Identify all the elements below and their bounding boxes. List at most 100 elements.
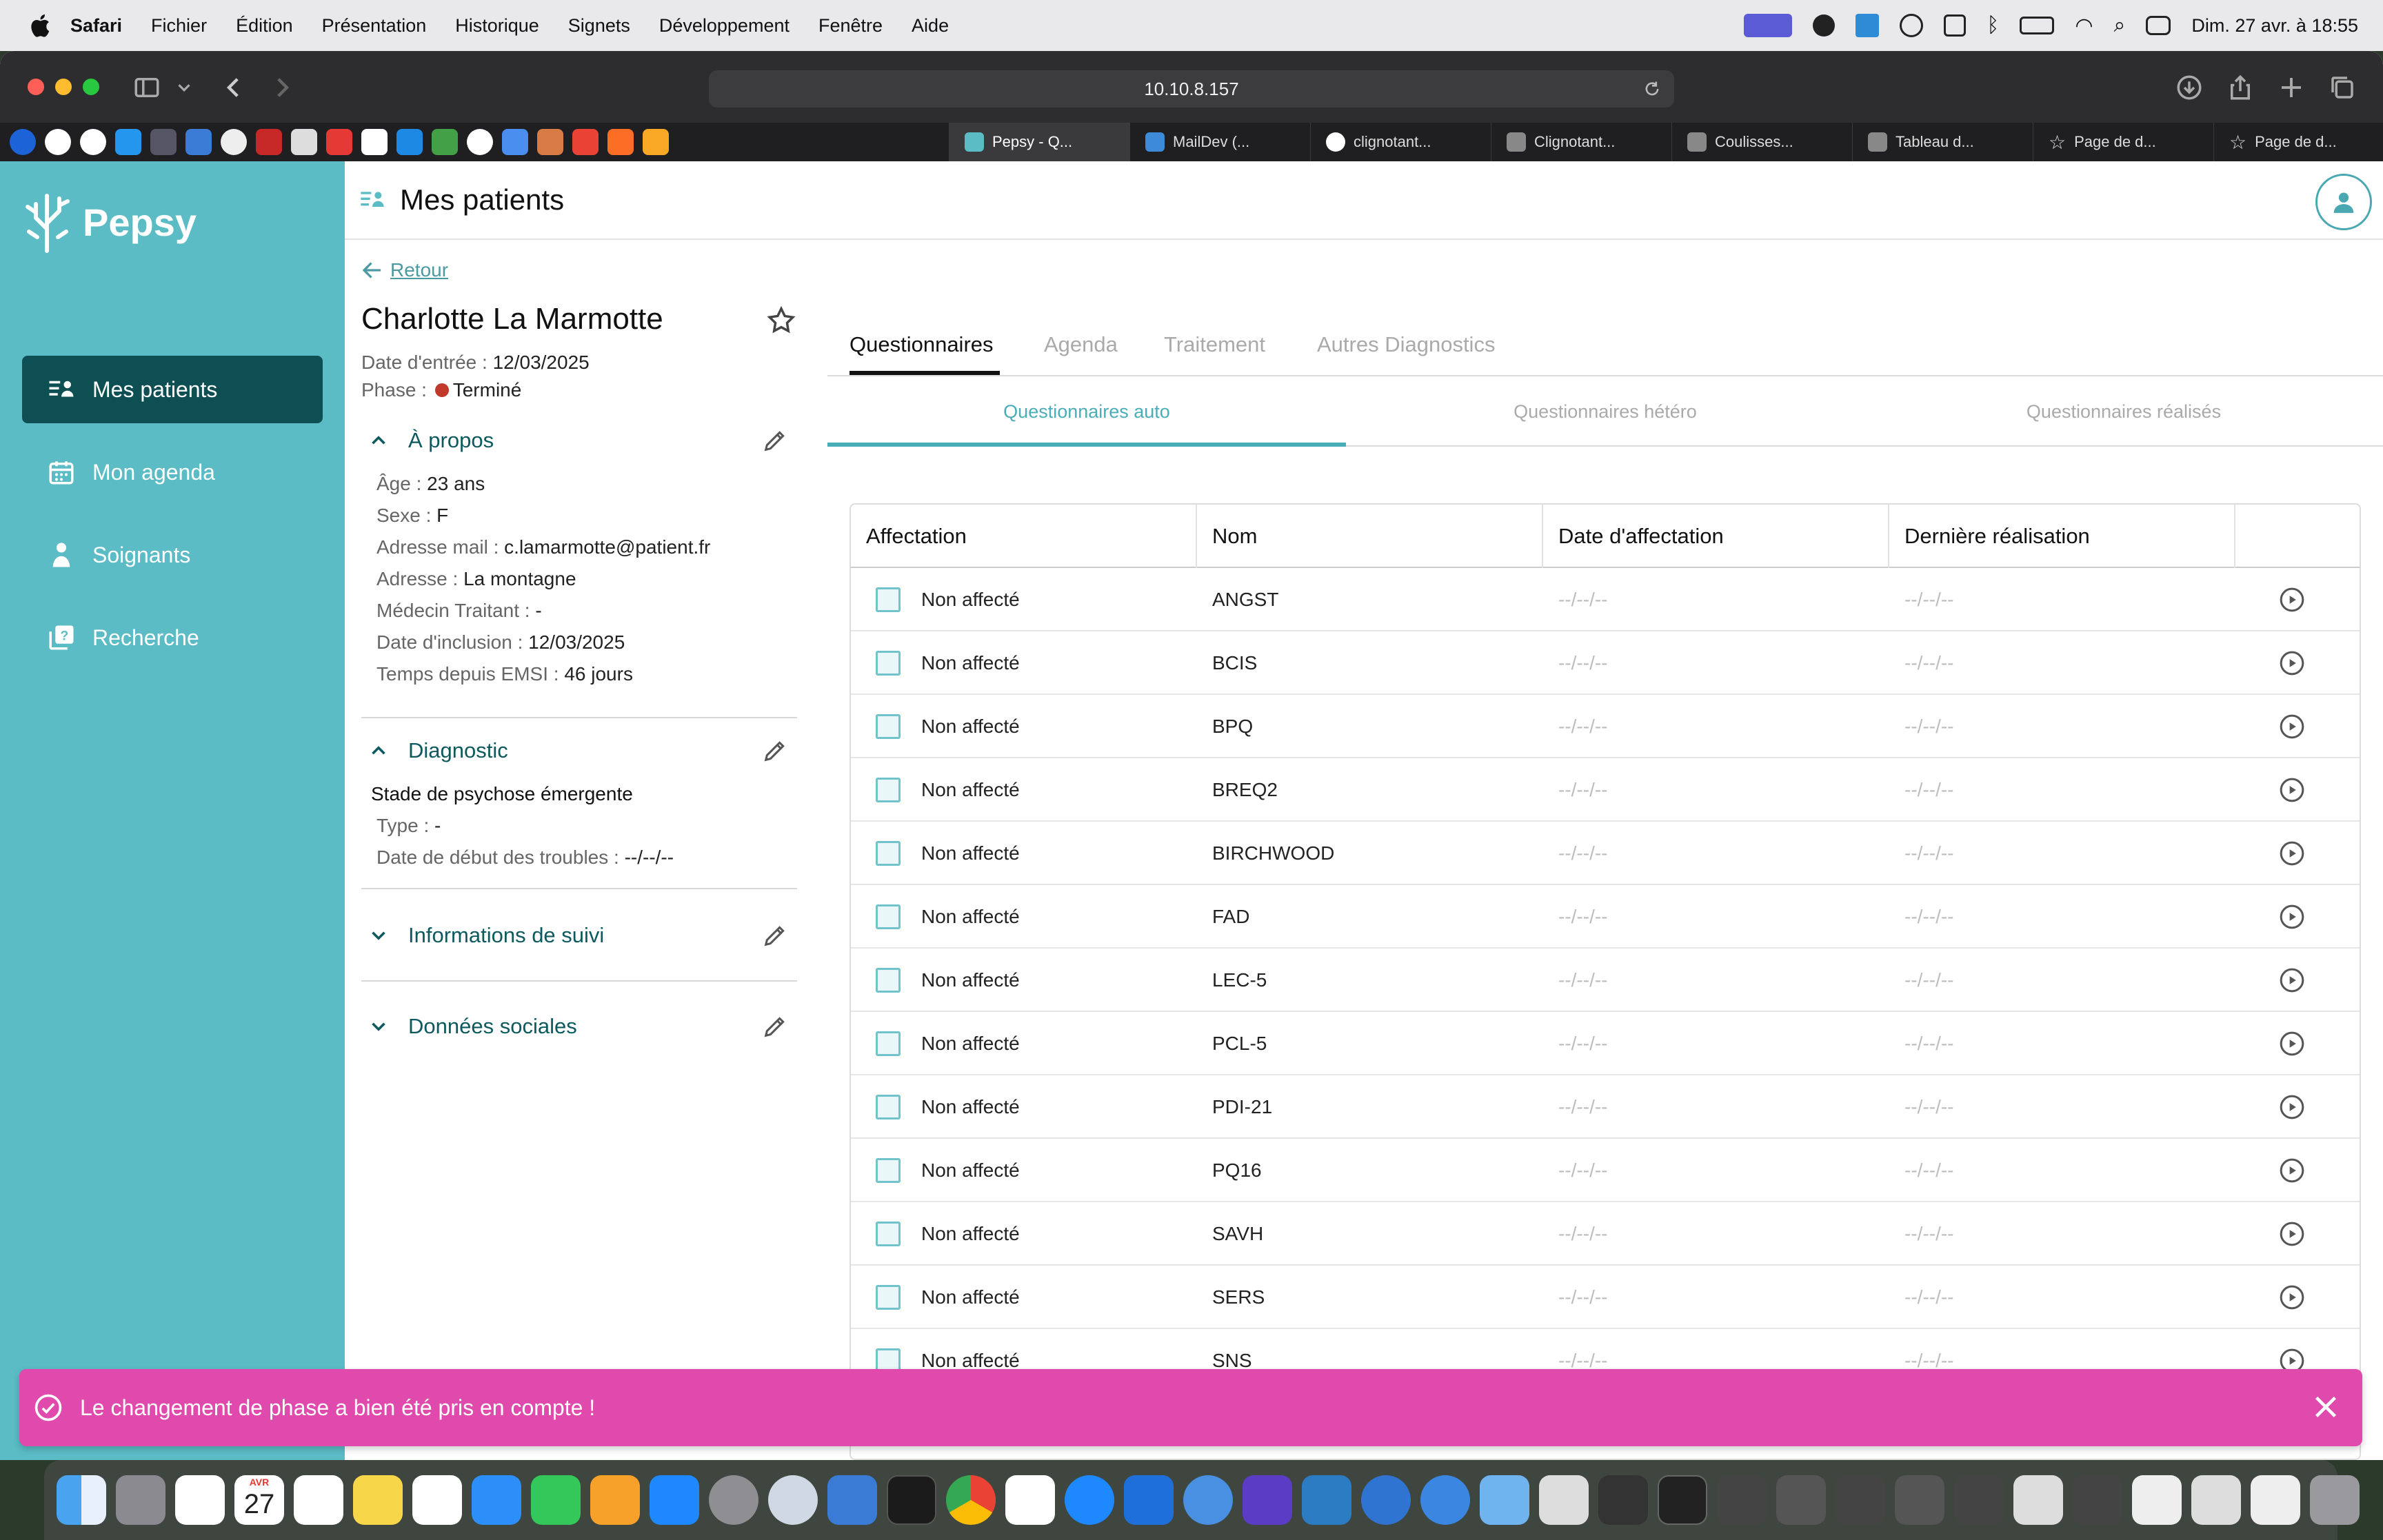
battery-icon[interactable] [2020, 17, 2055, 34]
menu-fichier[interactable]: Fichier [151, 15, 207, 37]
bookmark-favicon-icon[interactable] [185, 129, 212, 155]
bluetooth-icon[interactable]: ᛒ [1987, 14, 1999, 37]
back-link[interactable]: Retour [360, 258, 448, 283]
github-favicon-icon[interactable] [45, 129, 71, 155]
address-bar[interactable]: 10.10.8.157 [709, 70, 1674, 108]
back-arrow-icon[interactable] [219, 73, 248, 102]
menu-developpement[interactable]: Développement [659, 15, 790, 37]
bookmark-favicon-icon[interactable] [291, 129, 317, 155]
play-circle-icon[interactable] [2278, 713, 2306, 740]
translate-icon[interactable] [1005, 1475, 1055, 1525]
keynote-icon[interactable] [472, 1475, 521, 1525]
pages-icon[interactable] [590, 1475, 640, 1525]
play-circle-icon[interactable] [2278, 903, 2306, 931]
markdown-icon[interactable] [1183, 1475, 1233, 1525]
gemini-favicon-icon[interactable] [502, 129, 528, 155]
vscode-icon[interactable] [1302, 1475, 1351, 1525]
app-store-icon[interactable] [650, 1475, 699, 1525]
assign-checkbox[interactable] [876, 651, 901, 676]
menubar-datetime[interactable]: Dim. 27 avr. à 18:55 [2191, 15, 2358, 37]
browser-tab[interactable]: MailDev (... [1129, 123, 1310, 161]
safari-icon[interactable] [1065, 1475, 1114, 1525]
assign-checkbox[interactable] [876, 1095, 901, 1119]
column-header-derniere-realisation[interactable]: Dernière réalisation [1889, 505, 2235, 568]
photos-favicon-icon[interactable] [432, 129, 458, 155]
reminders-icon[interactable] [294, 1475, 343, 1525]
numbers-icon[interactable] [531, 1475, 581, 1525]
section-a-propos-header[interactable]: À propos [361, 416, 797, 465]
forward-arrow-icon[interactable] [268, 73, 296, 102]
subtab-questionnaires-hetero[interactable]: Questionnaires hétéro [1346, 401, 1864, 423]
grammarly-icon[interactable] [1813, 14, 1836, 37]
tab-autres-diagnostics[interactable]: Autres Diagnostics [1317, 332, 1495, 357]
browser-tab[interactable]: clignotant... [1310, 123, 1491, 161]
terminal-icon[interactable] [887, 1475, 936, 1525]
bookmark-favicon-icon[interactable] [256, 129, 282, 155]
assign-checkbox[interactable] [876, 587, 901, 612]
menu-presentation[interactable]: Présentation [322, 15, 427, 37]
control-center-icon[interactable] [2146, 16, 2171, 35]
section-social-header[interactable]: Données sociales [361, 1002, 797, 1051]
network-globe-icon[interactable] [1420, 1475, 1470, 1525]
photos-icon[interactable] [175, 1475, 225, 1525]
table-row[interactable]: Non affecté PCL-5 --/--/-- --/--/-- [851, 1012, 2360, 1075]
browser-tab[interactable]: Coulisses... [1671, 123, 1852, 161]
browser-tab[interactable]: Pepsy - Q... [949, 123, 1129, 161]
table-row[interactable]: Non affecté BIRCHWOOD --/--/-- --/--/-- [851, 822, 2360, 885]
play-circle-icon[interactable] [2278, 1093, 2306, 1121]
new-tab-icon[interactable] [2277, 73, 2306, 102]
table-row[interactable]: Non affecté BPQ --/--/-- --/--/-- [851, 695, 2360, 758]
play-circle-icon[interactable] [2278, 966, 2306, 994]
close-window-button[interactable] [28, 79, 44, 95]
vpn-icon[interactable] [1900, 14, 1924, 37]
assign-checkbox[interactable] [876, 968, 901, 993]
window-thumbnail-icon[interactable] [1776, 1475, 1826, 1525]
window-thumbnail-icon[interactable] [2013, 1475, 2063, 1525]
gitlab-favicon-icon[interactable] [607, 129, 634, 155]
table-row[interactable]: Non affecté LEC-5 --/--/-- --/--/-- [851, 949, 2360, 1012]
github-favicon-icon[interactable] [80, 129, 106, 155]
sidebar-item-mon-agenda[interactable]: Mon agenda [22, 438, 323, 506]
assign-checkbox[interactable] [876, 904, 901, 929]
table-row[interactable]: Non affecté BREQ2 --/--/-- --/--/-- [851, 758, 2360, 822]
freeform-icon[interactable] [412, 1475, 462, 1525]
assign-checkbox[interactable] [876, 841, 901, 866]
openai-favicon-icon[interactable] [467, 129, 493, 155]
play-circle-icon[interactable] [2278, 586, 2306, 614]
edit-pencil-icon[interactable] [761, 1013, 789, 1040]
notes-icon[interactable] [353, 1475, 403, 1525]
share-icon[interactable] [2226, 73, 2255, 102]
table-row[interactable]: Non affecté BCIS --/--/-- --/--/-- [851, 631, 2360, 695]
subtab-questionnaires-realises[interactable]: Questionnaires réalisés [1864, 401, 2383, 423]
window-thumbnail-icon[interactable] [1598, 1475, 1648, 1525]
column-header-nom[interactable]: Nom [1197, 505, 1543, 568]
calendar-icon[interactable]: AVR 27 [234, 1475, 284, 1525]
browser-tab[interactable]: Clignotant... [1491, 123, 1671, 161]
tab-agenda[interactable]: Agenda [1044, 332, 1118, 357]
window-thumbnail-icon[interactable] [1836, 1475, 1885, 1525]
section-suivi-header[interactable]: Informations de suivi [361, 911, 797, 960]
bookmark-favicon-icon[interactable] [150, 129, 177, 155]
menu-signets[interactable]: Signets [568, 15, 630, 37]
window-thumbnail-icon[interactable] [2191, 1475, 2241, 1525]
window-thumbnail-icon[interactable] [2132, 1475, 2182, 1525]
assign-checkbox[interactable] [876, 778, 901, 802]
downloads-icon[interactable] [2175, 73, 2204, 102]
section-diagnostic-header[interactable]: Diagnostic [361, 727, 797, 775]
calendar-favicon-icon[interactable] [396, 129, 423, 155]
browser-tab[interactable]: Tableau d... [1852, 123, 2033, 161]
tab-questionnaires[interactable]: Questionnaires [849, 332, 994, 357]
apple-favicon-icon[interactable] [361, 129, 388, 155]
apple-icon[interactable] [28, 12, 51, 39]
window-thumbnail-icon[interactable] [1954, 1475, 2004, 1525]
table-row[interactable]: Non affecté FAD --/--/-- --/--/-- [851, 885, 2360, 949]
menu-aide[interactable]: Aide [912, 15, 949, 37]
bookmark-favicon-icon[interactable] [221, 129, 247, 155]
edit-pencil-icon[interactable] [761, 737, 789, 764]
bookmark-favicon-icon[interactable] [326, 129, 352, 155]
tab-traitement[interactable]: Traitement [1164, 332, 1265, 357]
sidebar-item-soignants[interactable]: Soignants [22, 521, 323, 589]
play-circle-icon[interactable] [2278, 1220, 2306, 1248]
xcode-icon[interactable] [827, 1475, 877, 1525]
column-header-affectation[interactable]: Affectation [851, 505, 1197, 568]
